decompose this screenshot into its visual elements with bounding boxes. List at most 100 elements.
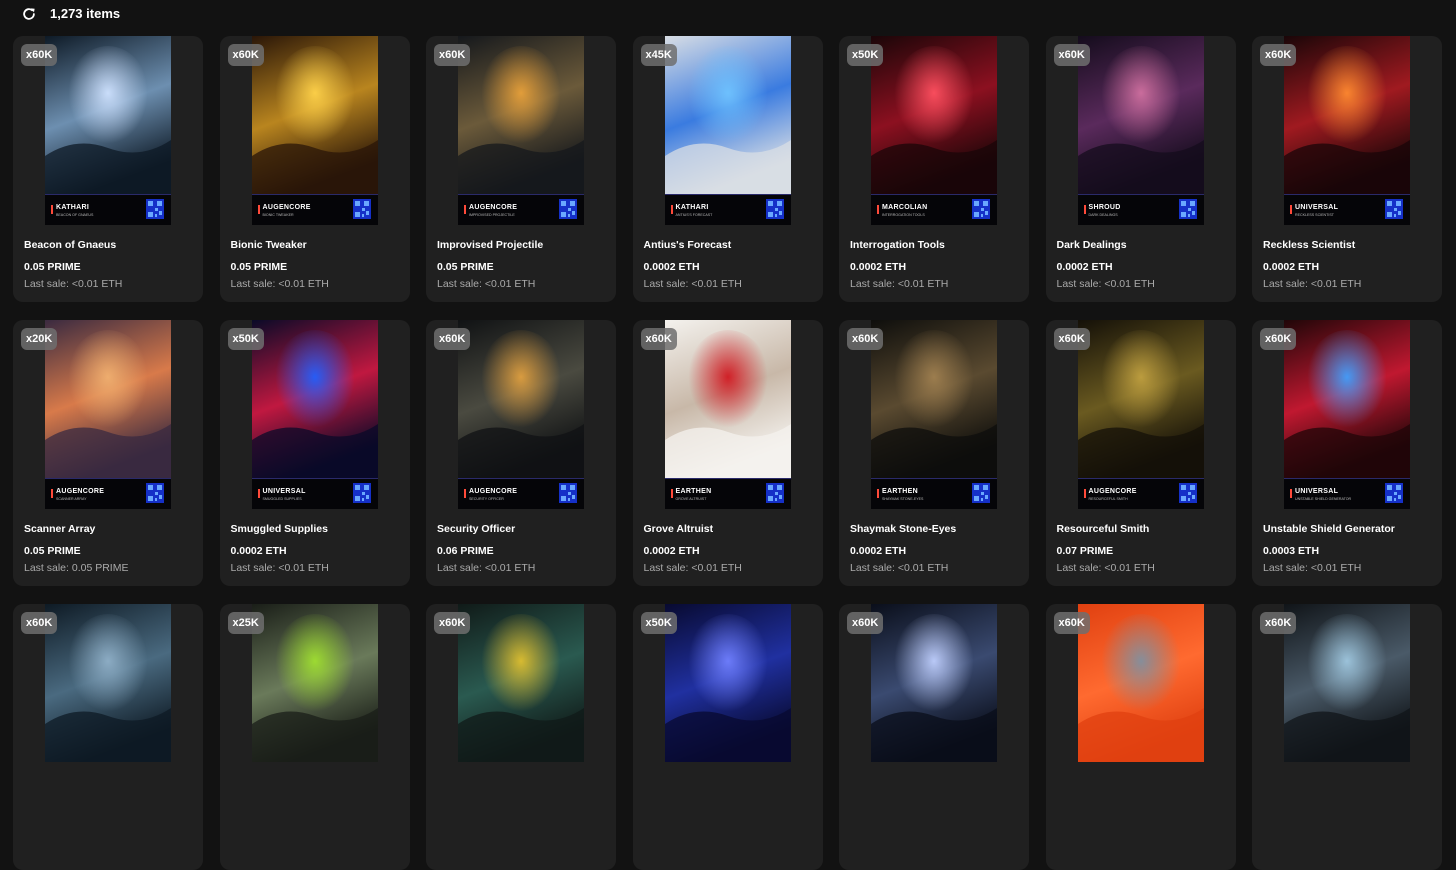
- card-artwork: [251, 604, 378, 793]
- item-last-sale: Last sale: <0.01 ETH: [643, 278, 742, 290]
- card-illustration: [1077, 604, 1204, 762]
- item-price: 0.0002 ETH: [850, 261, 907, 273]
- card-artwork: [871, 604, 997, 793]
- item-price: 0.0002 ETH: [643, 545, 700, 557]
- item-name: Bionic Tweaker: [230, 239, 307, 251]
- card-art-subtitle: Beacon of Gnaeus: [56, 213, 94, 217]
- item-last-sale: Last sale: <0.01 ETH: [850, 562, 949, 574]
- item-price: 0.0002 ETH: [230, 545, 287, 557]
- item-card[interactable]: MARCOLIAN Interrogation Tools x50K Interrog…: [839, 36, 1029, 302]
- item-price: 0.05 PRIME: [437, 261, 494, 273]
- faction-accent: [51, 205, 53, 214]
- card-illustration: [664, 320, 791, 478]
- faction-accent: [1290, 205, 1292, 214]
- quantity-badge: x50K: [847, 44, 884, 66]
- card-illustration: [871, 36, 997, 194]
- item-card[interactable]: AUGENCORE Security Officer x60K Security Of…: [426, 320, 616, 586]
- qr-code-icon: [1178, 199, 1197, 219]
- item-card[interactable]: x25K: [219, 604, 410, 870]
- item-card[interactable]: EARTHEN Grove Altruist x60K Grove Altruist 0…: [632, 320, 823, 586]
- card-faction: UNIVERSAL: [1295, 204, 1339, 211]
- item-card[interactable]: UNIVERSAL Unstable Shield Generator x60K Un…: [1252, 320, 1442, 586]
- item-last-sale: Last sale: <0.01 ETH: [1056, 278, 1155, 290]
- qr-code-icon: [146, 199, 164, 219]
- qr-code-icon: [352, 483, 371, 503]
- card-artwork: UNIVERSAL Smuggled Supplies: [251, 320, 378, 509]
- card-faction: KATHARI: [675, 204, 709, 211]
- card-art-footer: KATHARI Beacon of Gnaeus: [45, 194, 171, 225]
- quantity-badge: x60K: [1260, 328, 1297, 350]
- qr-code-icon: [559, 483, 577, 503]
- quantity-badge: x60K: [847, 612, 884, 634]
- card-illustration: [664, 36, 791, 194]
- card-artwork: EARTHEN Grove Altruist: [664, 320, 791, 509]
- card-art-footer: AUGENCORE Security Officer: [458, 478, 584, 509]
- item-card[interactable]: x60K: [13, 604, 203, 870]
- quantity-badge: x60K: [227, 44, 264, 66]
- card-art-subtitle: Improvised Projectile: [469, 213, 515, 217]
- qr-code-icon: [765, 199, 784, 219]
- card-artwork: UNIVERSAL Reckless Scientist: [1284, 36, 1410, 225]
- item-card[interactable]: AUGENCORE Scanner Array x20K Scanner Array 0…: [13, 320, 203, 586]
- item-card[interactable]: x60K: [426, 604, 616, 870]
- card-artwork: AUGENCORE Bionic Tweaker: [251, 36, 378, 225]
- item-card[interactable]: UNIVERSAL Smuggled Supplies x50K Smuggled S…: [219, 320, 410, 586]
- quantity-badge: x60K: [434, 612, 471, 634]
- card-art-subtitle: Smuggled Supplies: [262, 497, 302, 501]
- qr-code-icon: [1178, 483, 1197, 503]
- card-art-footer: UNIVERSAL Unstable Shield Generator: [1284, 478, 1410, 509]
- card-art-subtitle: Resourceful Smith: [1088, 497, 1128, 501]
- item-price: 0.05 PRIME: [24, 545, 81, 557]
- quantity-badge: x60K: [1053, 44, 1090, 66]
- item-card[interactable]: x50K: [632, 604, 823, 870]
- quantity-badge: x60K: [1260, 612, 1297, 634]
- card-faction: UNIVERSAL: [1295, 488, 1339, 495]
- card-art-footer: AUGENCORE Scanner Array: [45, 478, 171, 509]
- card-art-subtitle: Interrogation Tools: [882, 213, 925, 217]
- item-last-sale: Last sale: <0.01 ETH: [643, 562, 742, 574]
- quantity-badge: x60K: [1053, 328, 1090, 350]
- item-name: Beacon of Gnaeus: [24, 239, 117, 251]
- card-illustration: [1284, 320, 1410, 478]
- faction-accent: [257, 205, 260, 214]
- item-card[interactable]: AUGENCORE Bionic Tweaker x60K Bionic Tweake…: [219, 36, 410, 302]
- card-illustration: [251, 604, 378, 762]
- faction-accent: [877, 205, 879, 214]
- card-faction: AUGENCORE: [1088, 488, 1137, 495]
- item-card[interactable]: SHROUD Dark Dealings x60K Dark Dealings 0.00…: [1045, 36, 1236, 302]
- item-last-sale: Last sale: <0.01 ETH: [1056, 562, 1155, 574]
- faction-accent: [51, 489, 53, 498]
- card-art-subtitle: Scanner Array: [56, 497, 87, 501]
- quantity-badge: x20K: [21, 328, 58, 350]
- card-illustration: [1284, 36, 1410, 194]
- qr-code-icon: [972, 199, 990, 219]
- card-illustration: [458, 36, 584, 194]
- qr-code-icon: [146, 483, 164, 503]
- card-art-footer: MARCOLIAN Interrogation Tools: [871, 194, 997, 225]
- item-card[interactable]: KATHARI Antius's Forecast x45K Antius's For…: [632, 36, 823, 302]
- item-name: Scanner Array: [24, 523, 96, 535]
- quantity-badge: x60K: [847, 328, 884, 350]
- card-illustration: [458, 320, 584, 478]
- item-card[interactable]: x60K: [1045, 604, 1236, 870]
- faction-accent: [464, 205, 466, 214]
- item-name: Resourceful Smith: [1056, 523, 1150, 535]
- card-artwork: SHROUD Dark Dealings: [1077, 36, 1204, 225]
- item-card[interactable]: UNIVERSAL Reckless Scientist x60K Reckless …: [1252, 36, 1442, 302]
- item-card[interactable]: KATHARI Beacon of Gnaeus x60K Beacon of Gna…: [13, 36, 203, 302]
- item-card[interactable]: EARTHEN Shaymak Stone-Eyes x60K Shaymak Sto…: [839, 320, 1029, 586]
- card-art-footer: KATHARI Antius's Forecast: [664, 194, 791, 225]
- qr-code-icon: [1385, 199, 1403, 219]
- card-illustration: [251, 36, 378, 194]
- qr-code-icon: [765, 483, 784, 503]
- item-card[interactable]: AUGENCORE Resourceful Smith x60K Resourcefu…: [1045, 320, 1236, 586]
- card-artwork: AUGENCORE Resourceful Smith: [1077, 320, 1204, 509]
- card-illustration: [871, 320, 997, 478]
- item-name: Dark Dealings: [1056, 239, 1127, 251]
- item-card[interactable]: x60K: [839, 604, 1029, 870]
- card-artwork: AUGENCORE Security Officer: [458, 320, 584, 509]
- item-name: Grove Altruist: [643, 523, 714, 535]
- item-card[interactable]: x60K: [1252, 604, 1442, 870]
- card-faction: KATHARI: [56, 204, 90, 211]
- item-card[interactable]: AUGENCORE Improvised Projectile x60K Improv…: [426, 36, 616, 302]
